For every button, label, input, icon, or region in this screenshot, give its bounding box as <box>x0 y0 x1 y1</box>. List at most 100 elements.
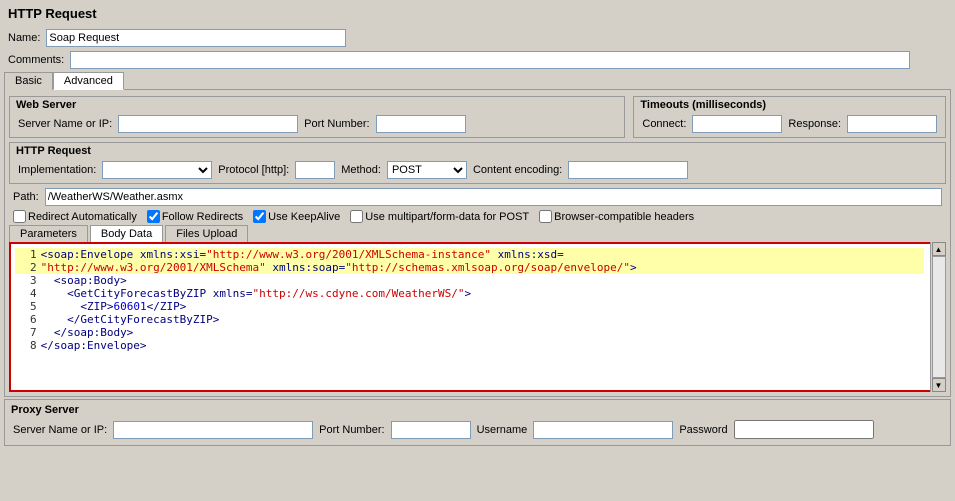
server-name-input[interactable] <box>118 115 298 133</box>
scrollbar[interactable]: ▲ ▼ <box>930 242 946 392</box>
name-input[interactable] <box>46 29 346 47</box>
proxy-label: Proxy Server <box>9 404 946 416</box>
proxy-server-label: Server Name or IP: <box>13 424 107 436</box>
tab-parameters[interactable]: Parameters <box>9 225 88 242</box>
proxy-port-input[interactable] <box>391 421 471 439</box>
port-label: Port Number: <box>304 118 369 130</box>
line-content: </soap:Body> <box>39 326 924 339</box>
line-content: <ZIP>60601</ZIP> <box>39 300 924 313</box>
main-panel: Web Server Server Name or IP: Port Numbe… <box>4 89 951 397</box>
scroll-track[interactable] <box>932 256 946 378</box>
main-container: HTTP Request Name: Comments: Basic Advan… <box>0 0 955 450</box>
connect-label: Connect: <box>642 118 686 130</box>
line-num: 2 <box>15 261 39 274</box>
connect-input[interactable] <box>692 115 782 133</box>
proxy-password-input[interactable] <box>734 420 874 439</box>
table-row: 7 </soap:Body> <box>15 326 924 339</box>
table-row: 5 <ZIP>60601</ZIP> <box>15 300 924 313</box>
line-num: 1 <box>15 248 39 261</box>
browser-headers-checkbox[interactable] <box>539 210 552 223</box>
method-row: Implementation: HttpClient4 HttpClient3.… <box>14 159 941 181</box>
proxy-port-label: Port Number: <box>319 424 384 436</box>
line-content: </GetCityForecastByZIP> <box>39 313 924 326</box>
tab-basic[interactable]: Basic <box>4 72 53 90</box>
follow-redirects-checkbox[interactable] <box>147 210 160 223</box>
proxy-server-input[interactable] <box>113 421 313 439</box>
line-num: 7 <box>15 326 39 339</box>
protocol-input[interactable] <box>295 161 335 179</box>
table-row: 2 "http://www.w3.org/2001/XMLSchema" xml… <box>15 261 924 274</box>
comments-input[interactable] <box>70 51 910 69</box>
timeouts-section: Timeouts (milliseconds) Connect: Respons… <box>633 96 946 138</box>
table-row: 3 <soap:Body> <box>15 274 924 287</box>
code-wrapper: 1 <soap:Envelope xmlns:xsi="http://www.w… <box>9 242 946 392</box>
http-request-label: HTTP Request <box>14 145 941 157</box>
proxy-row: Server Name or IP: Port Number: Username… <box>9 418 946 441</box>
line-content: <soap:Envelope xmlns:xsi="http://www.w3.… <box>39 248 924 261</box>
line-num: 8 <box>15 339 39 352</box>
follow-redirects-label: Follow Redirects <box>162 211 243 223</box>
keepalive-checkbox[interactable] <box>253 210 266 223</box>
table-row: 1 <soap:Envelope xmlns:xsi="http://www.w… <box>15 248 924 261</box>
proxy-username-input[interactable] <box>533 421 673 439</box>
impl-select[interactable]: HttpClient4 HttpClient3.1 Java <box>102 161 212 179</box>
redirect-auto-label: Redirect Automatically <box>28 211 137 223</box>
method-label: Method: <box>341 164 381 176</box>
comments-label: Comments: <box>8 54 64 66</box>
comments-row: Comments: <box>4 49 951 71</box>
browser-headers-item: Browser-compatible headers <box>539 210 694 223</box>
server-name-label: Server Name or IP: <box>18 118 112 130</box>
scroll-up-button[interactable]: ▲ <box>932 242 946 256</box>
main-tab-bar: Basic Advanced <box>4 71 951 89</box>
encoding-label: Content encoding: <box>473 164 562 176</box>
timeouts-label: Timeouts (milliseconds) <box>638 99 941 111</box>
keepalive-label: Use KeepAlive <box>268 211 340 223</box>
table-row: 4 <GetCityForecastByZIP xmlns="http://ws… <box>15 287 924 300</box>
tab-body-data[interactable]: Body Data <box>90 225 163 242</box>
proxy-password-label: Password <box>679 424 727 436</box>
http-request-section: HTTP Request Implementation: HttpClient4… <box>9 142 946 184</box>
line-content: </soap:Envelope> <box>39 339 924 352</box>
multipart-item: Use multipart/form-data for POST <box>350 210 529 223</box>
port-input[interactable] <box>376 115 466 133</box>
web-server-label: Web Server <box>14 99 620 111</box>
name-label: Name: <box>8 32 40 44</box>
path-label: Path: <box>13 191 39 203</box>
server-row: Server Name or IP: Port Number: <box>14 113 620 135</box>
impl-label: Implementation: <box>18 164 96 176</box>
line-num: 6 <box>15 313 39 326</box>
name-row: Name: <box>4 27 951 49</box>
line-num: 5 <box>15 300 39 313</box>
checkboxes-row: Redirect Automatically Follow Redirects … <box>9 208 946 225</box>
keepalive-item: Use KeepAlive <box>253 210 340 223</box>
response-label: Response: <box>788 118 841 130</box>
proxy-section: Proxy Server Server Name or IP: Port Num… <box>4 399 951 446</box>
line-content: <soap:Body> <box>39 274 924 287</box>
tab-files-upload[interactable]: Files Upload <box>165 225 248 242</box>
line-num: 4 <box>15 287 39 300</box>
proxy-username-label: Username <box>477 424 528 436</box>
encoding-input[interactable] <box>568 161 688 179</box>
redirect-auto-item: Redirect Automatically <box>13 210 137 223</box>
code-table: 1 <soap:Envelope xmlns:xsi="http://www.w… <box>15 248 924 352</box>
line-content: "http://www.w3.org/2001/XMLSchema" xmlns… <box>39 261 924 274</box>
path-input[interactable] <box>45 188 942 206</box>
follow-redirects-item: Follow Redirects <box>147 210 243 223</box>
line-content: <GetCityForecastByZIP xmlns="http://ws.c… <box>39 287 924 300</box>
timeouts-row: Connect: Response: <box>638 113 941 135</box>
web-server-section: Web Server Server Name or IP: Port Numbe… <box>9 96 625 138</box>
multipart-label: Use multipart/form-data for POST <box>365 211 529 223</box>
multipart-checkbox[interactable] <box>350 210 363 223</box>
redirect-auto-checkbox[interactable] <box>13 210 26 223</box>
browser-headers-label: Browser-compatible headers <box>554 211 694 223</box>
code-editor[interactable]: 1 <soap:Envelope xmlns:xsi="http://www.w… <box>9 242 946 392</box>
tab-advanced[interactable]: Advanced <box>53 72 124 90</box>
body-tab-bar: Parameters Body Data Files Upload <box>9 225 946 242</box>
table-row: 6 </GetCityForecastByZIP> <box>15 313 924 326</box>
line-num: 3 <box>15 274 39 287</box>
panel-title: HTTP Request <box>4 4 951 23</box>
method-select[interactable]: GET POST PUT DELETE HEAD OPTIONS PATCH <box>387 161 467 179</box>
response-input[interactable] <box>847 115 937 133</box>
scroll-down-button[interactable]: ▼ <box>932 378 946 392</box>
table-row: 8 </soap:Envelope> <box>15 339 924 352</box>
